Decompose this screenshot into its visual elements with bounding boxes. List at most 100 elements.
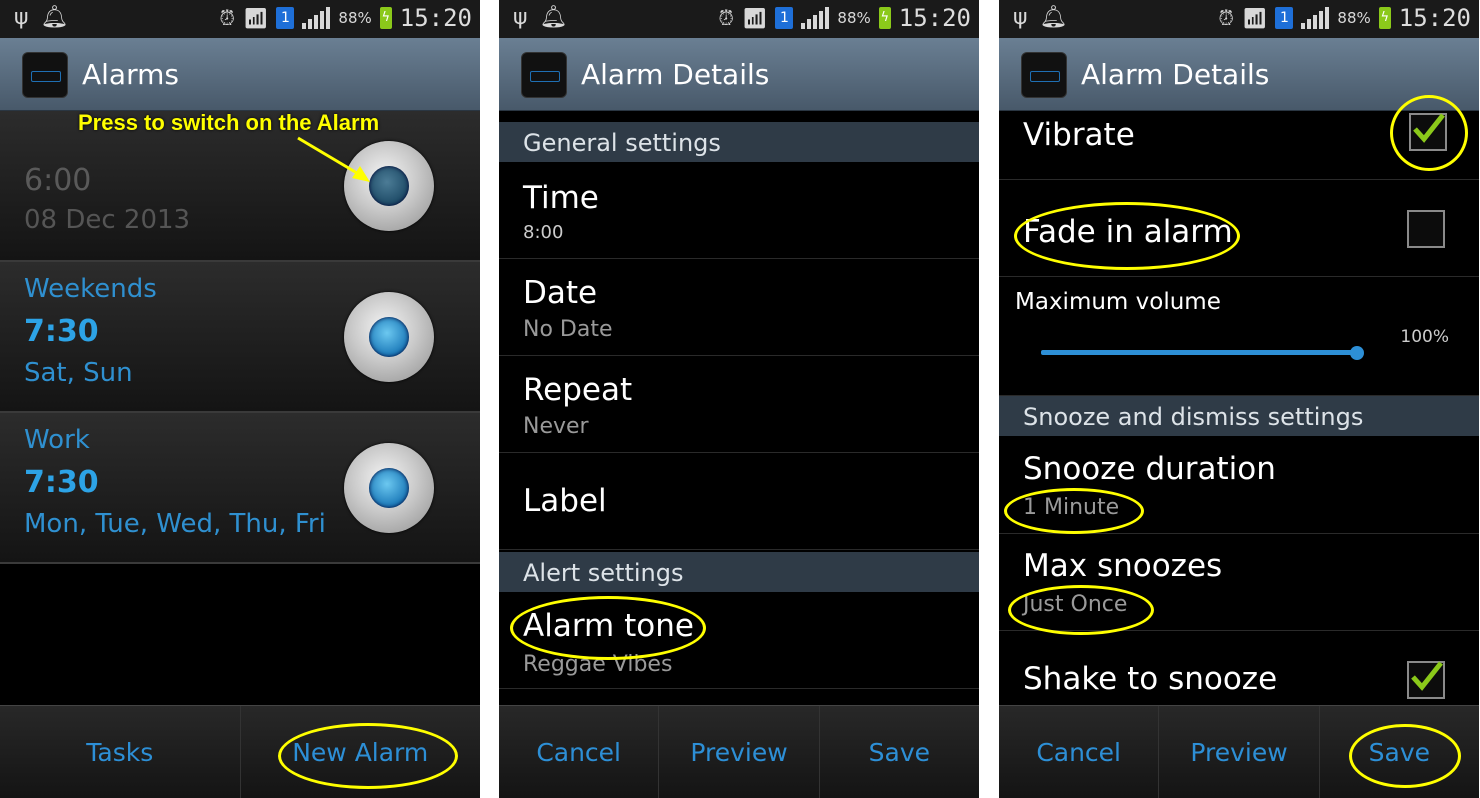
alarm-clock-icon: ⏰︎ xyxy=(219,6,236,30)
bottom-bar: Cancel Preview Save xyxy=(499,705,979,798)
battery-percent: 88% xyxy=(1337,9,1371,27)
wifi-icon: 📶︎ xyxy=(1242,6,1268,30)
page-title: Alarm Details xyxy=(1081,58,1270,91)
new-alarm-button[interactable]: New Alarm xyxy=(239,706,481,798)
preview-button[interactable]: Preview xyxy=(658,706,818,798)
sim-icon: 1 xyxy=(775,7,794,29)
app-icon xyxy=(1021,52,1067,98)
fade-in-checkbox[interactable] xyxy=(1407,210,1445,248)
app-icon xyxy=(521,52,567,98)
setting-value: 8:00 xyxy=(523,222,564,243)
setting-value: Reggae Vibes xyxy=(523,652,673,677)
vibrate-checkbox[interactable] xyxy=(1409,113,1447,151)
status-clock: 15:20 xyxy=(898,4,971,32)
alarm-time: 7:30 xyxy=(24,314,99,349)
shake-to-snooze-setting[interactable]: Shake to snooze xyxy=(999,631,1479,711)
section-header-snooze: Snooze and dismiss settings xyxy=(999,396,1479,436)
setting-label: Alarm tone xyxy=(523,608,694,644)
sim-icon: 1 xyxy=(276,7,295,29)
signal-icon xyxy=(1301,7,1330,29)
setting-value: No Date xyxy=(523,317,613,342)
vibrate-setting[interactable]: Vibrate xyxy=(999,111,1479,180)
alarms-screen: ψ 🔔︎ ⏰︎ 📶︎ 1 88% ϟ 15:20 Alarms 6:00 08 D… xyxy=(0,0,480,798)
action-bar: Alarms xyxy=(0,38,480,111)
page-title: Alarms xyxy=(82,58,179,91)
checkmark-icon xyxy=(1413,113,1445,143)
cancel-button[interactable]: Cancel xyxy=(499,706,658,798)
status-clock: 15:20 xyxy=(399,4,472,32)
section-header-general: General settings xyxy=(499,122,979,162)
wifi-icon: 📶︎ xyxy=(243,6,269,30)
save-button[interactable]: Save xyxy=(818,706,979,798)
alarm-time: 7:30 xyxy=(24,465,99,500)
setting-label: Fade in alarm xyxy=(1023,214,1233,250)
status-bar: ψ 🔔︎ ⏰︎ 📶︎ 1 88% ϟ 15:20 xyxy=(999,0,1479,38)
alarm-details-screen: ψ 🔔︎ ⏰︎ 📶︎ 1 88% ϟ 15:20 Alarm Details Ge… xyxy=(499,0,979,798)
max-snoozes-setting[interactable]: Max snoozes Just Once xyxy=(999,534,1479,631)
label-setting[interactable]: Label xyxy=(499,453,979,550)
wifi-icon: 📶︎ xyxy=(742,6,768,30)
repeat-setting[interactable]: Repeat Never xyxy=(499,356,979,453)
notification-bell-icon: 🔔︎ xyxy=(1039,5,1068,30)
usb-icon: ψ xyxy=(14,5,29,30)
setting-label: Date xyxy=(523,275,598,311)
signal-icon xyxy=(801,7,830,29)
setting-label: Time xyxy=(523,180,599,216)
checkmark-icon xyxy=(1411,661,1443,691)
status-clock: 15:20 xyxy=(1398,4,1471,32)
notification-bell-icon: 🔔︎ xyxy=(539,5,568,30)
setting-label: Maximum volume xyxy=(1015,289,1221,315)
cancel-button[interactable]: Cancel xyxy=(999,706,1158,798)
signal-icon xyxy=(302,7,331,29)
alarm-days: 08 Dec 2013 xyxy=(24,205,191,235)
alarm-item[interactable]: Work 7:30 Mon, Tue, Wed, Thu, Fri xyxy=(0,413,480,564)
usb-icon: ψ xyxy=(513,5,528,30)
tasks-button[interactable]: Tasks xyxy=(0,706,240,798)
battery-charging-icon: ϟ xyxy=(379,7,392,29)
alarm-clock-icon: ⏰︎ xyxy=(718,6,735,30)
annotation-text: Press to switch on the Alarm xyxy=(78,110,380,135)
setting-label: Label xyxy=(523,483,607,519)
page-title: Alarm Details xyxy=(581,58,770,91)
setting-value: Never xyxy=(523,414,589,439)
status-bar: ψ 🔔︎ ⏰︎ 📶︎ 1 88% ϟ 15:20 xyxy=(499,0,979,38)
status-bar: ψ 🔔︎ ⏰︎ 📶︎ 1 88% ϟ 15:20 xyxy=(0,0,480,38)
app-icon xyxy=(22,52,68,98)
date-setting[interactable]: Date No Date xyxy=(499,259,979,356)
fade-in-setting[interactable]: Fade in alarm xyxy=(999,180,1479,277)
alarm-days: Sat, Sun xyxy=(24,358,133,388)
volume-slider[interactable] xyxy=(1041,350,1357,355)
battery-charging-icon: ϟ xyxy=(878,7,891,29)
alarm-name: Work xyxy=(24,425,90,455)
alarm-time: 6:00 xyxy=(24,163,92,198)
alarm-name: Weekends xyxy=(24,274,157,304)
alarm-days: Mon, Tue, Wed, Thu, Fri xyxy=(24,509,326,539)
setting-label: Snooze duration xyxy=(1023,451,1276,487)
action-bar: Alarm Details xyxy=(999,38,1479,111)
battery-percent: 88% xyxy=(837,9,871,27)
sim-icon: 1 xyxy=(1275,7,1294,29)
alarm-toggle-button[interactable] xyxy=(344,443,434,533)
section-header-alert: Alert settings xyxy=(499,552,979,592)
alarm-clock-icon: ⏰︎ xyxy=(1218,6,1235,30)
alarm-toggle-button[interactable] xyxy=(344,292,434,382)
preview-button[interactable]: Preview xyxy=(1158,706,1318,798)
setting-label: Max snoozes xyxy=(1023,548,1223,584)
time-setting[interactable]: Time 8:00 xyxy=(499,162,979,259)
action-bar: Alarm Details xyxy=(499,38,979,111)
save-button[interactable]: Save xyxy=(1318,706,1479,798)
alarm-item[interactable]: Weekends 7:30 Sat, Sun xyxy=(0,262,480,413)
setting-label: Repeat xyxy=(523,372,633,408)
annotation-arrow xyxy=(297,136,370,182)
bottom-bar: Tasks New Alarm xyxy=(0,705,480,798)
notification-bell-icon: 🔔︎ xyxy=(40,5,69,30)
snooze-duration-setting[interactable]: Snooze duration 1 Minute xyxy=(999,437,1479,534)
usb-icon: ψ xyxy=(1013,5,1028,30)
alarm-tone-setting[interactable]: Alarm tone Reggae Vibes xyxy=(499,592,979,689)
volume-value: 100% xyxy=(1400,327,1449,347)
volume-slider-handle[interactable] xyxy=(1350,346,1364,360)
battery-percent: 88% xyxy=(338,9,372,27)
setting-value: Just Once xyxy=(1023,592,1128,617)
bottom-bar: Cancel Preview Save xyxy=(999,705,1479,798)
shake-checkbox[interactable] xyxy=(1407,661,1445,699)
